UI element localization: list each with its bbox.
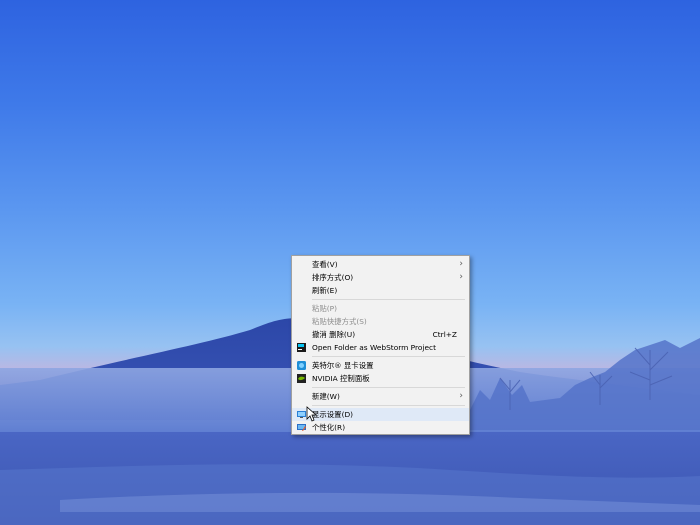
personalize-icon <box>297 424 306 431</box>
menu-item-label: 显示设置(D) <box>312 410 354 419</box>
chevron-right-icon: › <box>459 272 463 282</box>
mouse-pointer-icon <box>306 406 317 422</box>
intel-graphics-icon <box>297 361 306 370</box>
context-menu: 查看(V) › 排序方式(O) › 刷新(E) 粘贴(P) 粘贴快捷方式(S) … <box>291 255 470 435</box>
menu-separator <box>312 356 465 357</box>
menu-item-new[interactable]: 新建(W) › <box>292 390 469 403</box>
menu-item-open-webstorm[interactable]: Open Folder as WebStorm Project <box>292 341 469 354</box>
menu-item-intel-graphics[interactable]: 英特尔® 显卡设置 <box>292 359 469 372</box>
menu-item-label: 个性化(R) <box>312 423 346 432</box>
chevron-right-icon: › <box>459 391 463 401</box>
chevron-right-icon: › <box>459 259 463 269</box>
menu-item-undo-delete[interactable]: 撤消 删除(U) Ctrl+Z <box>292 328 469 341</box>
menu-item-label: 查看(V) <box>312 260 338 269</box>
menu-item-label: 新建(W) <box>312 392 340 401</box>
display-settings-icon <box>297 411 306 418</box>
menu-item-display-settings[interactable]: 显示设置(D) <box>292 408 469 421</box>
menu-item-label: 刷新(E) <box>312 286 338 295</box>
menu-item-label: 粘贴快捷方式(S) <box>312 317 367 326</box>
menu-item-paste-shortcut[interactable]: 粘贴快捷方式(S) <box>292 315 469 328</box>
menu-item-shortcut: Ctrl+Z <box>432 330 457 339</box>
menu-item-label: NVIDIA 控制面板 <box>312 374 370 383</box>
menu-item-label: 英特尔® 显卡设置 <box>312 361 374 370</box>
menu-separator <box>312 387 465 388</box>
menu-item-label: 粘贴(P) <box>312 304 338 313</box>
menu-item-label: Open Folder as WebStorm Project <box>312 343 436 352</box>
menu-item-label: 撤消 删除(U) <box>312 330 356 339</box>
menu-separator <box>312 299 465 300</box>
menu-item-view[interactable]: 查看(V) › <box>292 258 469 271</box>
menu-item-sort-by[interactable]: 排序方式(O) › <box>292 271 469 284</box>
menu-item-label: 排序方式(O) <box>312 273 354 282</box>
menu-item-refresh[interactable]: 刷新(E) <box>292 284 469 297</box>
nvidia-icon <box>297 374 306 383</box>
menu-item-paste[interactable]: 粘贴(P) <box>292 302 469 315</box>
menu-separator <box>312 405 465 406</box>
menu-item-nvidia-control-panel[interactable]: NVIDIA 控制面板 <box>292 372 469 385</box>
webstorm-icon <box>297 343 306 352</box>
menu-item-personalize[interactable]: 个性化(R) <box>292 421 469 434</box>
